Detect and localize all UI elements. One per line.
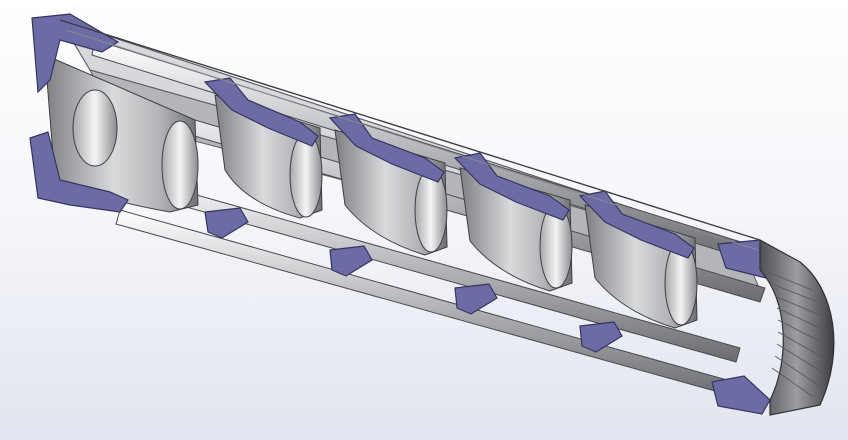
graphics-viewport[interactable] [0,0,848,440]
cad-model-section-view[interactable] [0,0,848,440]
front-cap [759,238,835,416]
